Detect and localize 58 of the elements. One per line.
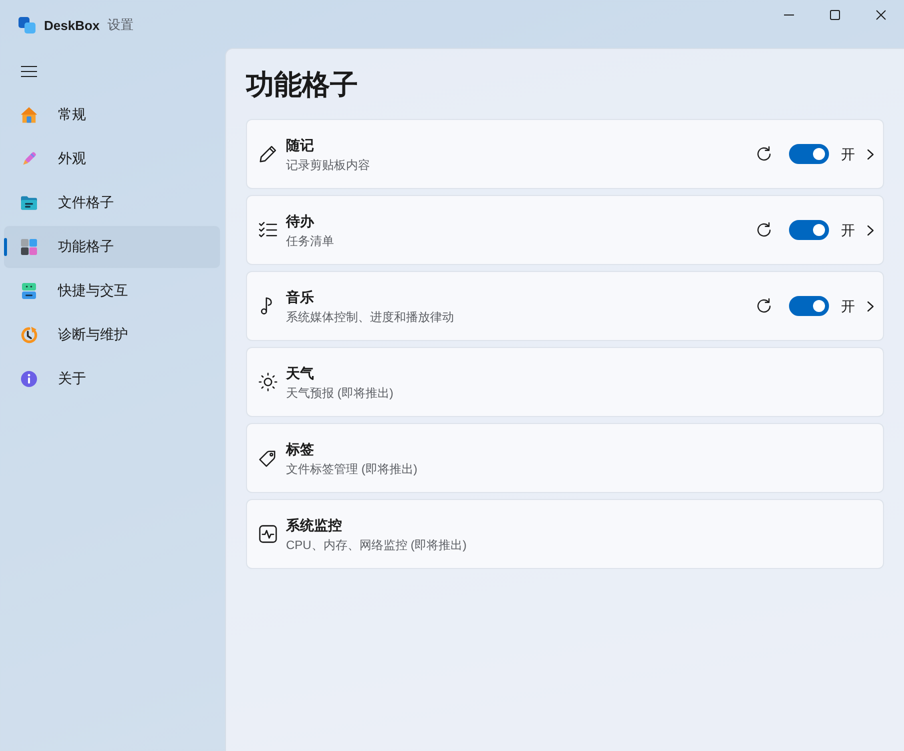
feature-card[interactable]: 待办 任务清单 开 (246, 195, 884, 265)
nav-item[interactable]: 文件格子 (4, 182, 220, 224)
pencil-icon (258, 144, 278, 164)
window-title: 设置 (108, 16, 134, 34)
chevron-icon[interactable] (867, 224, 874, 236)
toggle-switch[interactable] (789, 296, 829, 316)
app-name: DeskBox (44, 18, 100, 32)
card-title: 音乐 (286, 288, 315, 306)
info-icon (20, 370, 38, 388)
card-description: 天气预报 (即将推出) (286, 384, 394, 402)
selection-indicator (4, 238, 7, 256)
card-description: 记录剪贴板内容 (286, 156, 370, 174)
toggle-state-label: 开 (841, 297, 855, 316)
chevron-icon[interactable] (867, 300, 874, 312)
feature-card[interactable]: 系统监控 CPU、内存、网络监控 (即将推出) (246, 499, 884, 569)
card-title: 系统监控 (286, 516, 343, 534)
chevron-icon[interactable] (867, 148, 874, 160)
pencil-icon (20, 150, 38, 168)
card-title: 标签 (286, 440, 315, 458)
clock-arrow-icon (20, 326, 38, 344)
nav-item[interactable]: 关于 (4, 358, 220, 400)
card-description: CPU、内存、网络监控 (即将推出) (286, 536, 467, 554)
checklist-icon (258, 220, 278, 240)
card-description: 文件标签管理 (即将推出) (286, 460, 418, 478)
feature-card[interactable]: 音乐 系统媒体控制、进度和播放律动 开 (246, 271, 884, 341)
nav-item[interactable]: 功能格子 (4, 226, 220, 268)
toggle-state-label: 开 (841, 145, 855, 164)
refresh-icon[interactable] (756, 146, 772, 162)
menu-icon (21, 66, 37, 76)
stacked-panels-icon (20, 282, 38, 300)
refresh-icon[interactable] (756, 298, 772, 314)
nav-item[interactable]: 外观 (4, 138, 220, 180)
house-icon (20, 106, 38, 124)
tag-icon (258, 448, 278, 468)
feature-card[interactable]: 天气 天气预报 (即将推出) (246, 347, 884, 417)
pulse-monitor-icon (258, 524, 278, 544)
minimize-icon (784, 14, 794, 16)
feature-card[interactable]: 随记 记录剪贴板内容 开 (246, 119, 884, 189)
card-description: 任务清单 (286, 232, 334, 250)
card-description: 系统媒体控制、进度和播放律动 (286, 308, 454, 326)
page-title: 功能格子 (246, 68, 359, 102)
nav-item[interactable]: 诊断与维护 (4, 314, 220, 356)
close-icon (876, 10, 886, 20)
toggle-switch[interactable] (789, 144, 829, 164)
nav-item[interactable]: 常规 (4, 94, 220, 136)
nav-item[interactable]: 快捷与交互 (4, 270, 220, 312)
app-logo-icon (18, 16, 36, 34)
feature-card[interactable]: 标签 文件标签管理 (即将推出) (246, 423, 884, 493)
refresh-icon[interactable] (756, 222, 772, 238)
tiles-icon (20, 238, 38, 256)
sun-icon (258, 372, 278, 392)
toggle-state-label: 开 (841, 221, 855, 240)
card-title: 天气 (286, 364, 315, 382)
toggle-switch[interactable] (789, 220, 829, 240)
maximize-icon (830, 10, 840, 20)
folder-icon (20, 194, 38, 212)
card-title: 待办 (286, 212, 316, 230)
card-title: 随记 (286, 136, 315, 154)
